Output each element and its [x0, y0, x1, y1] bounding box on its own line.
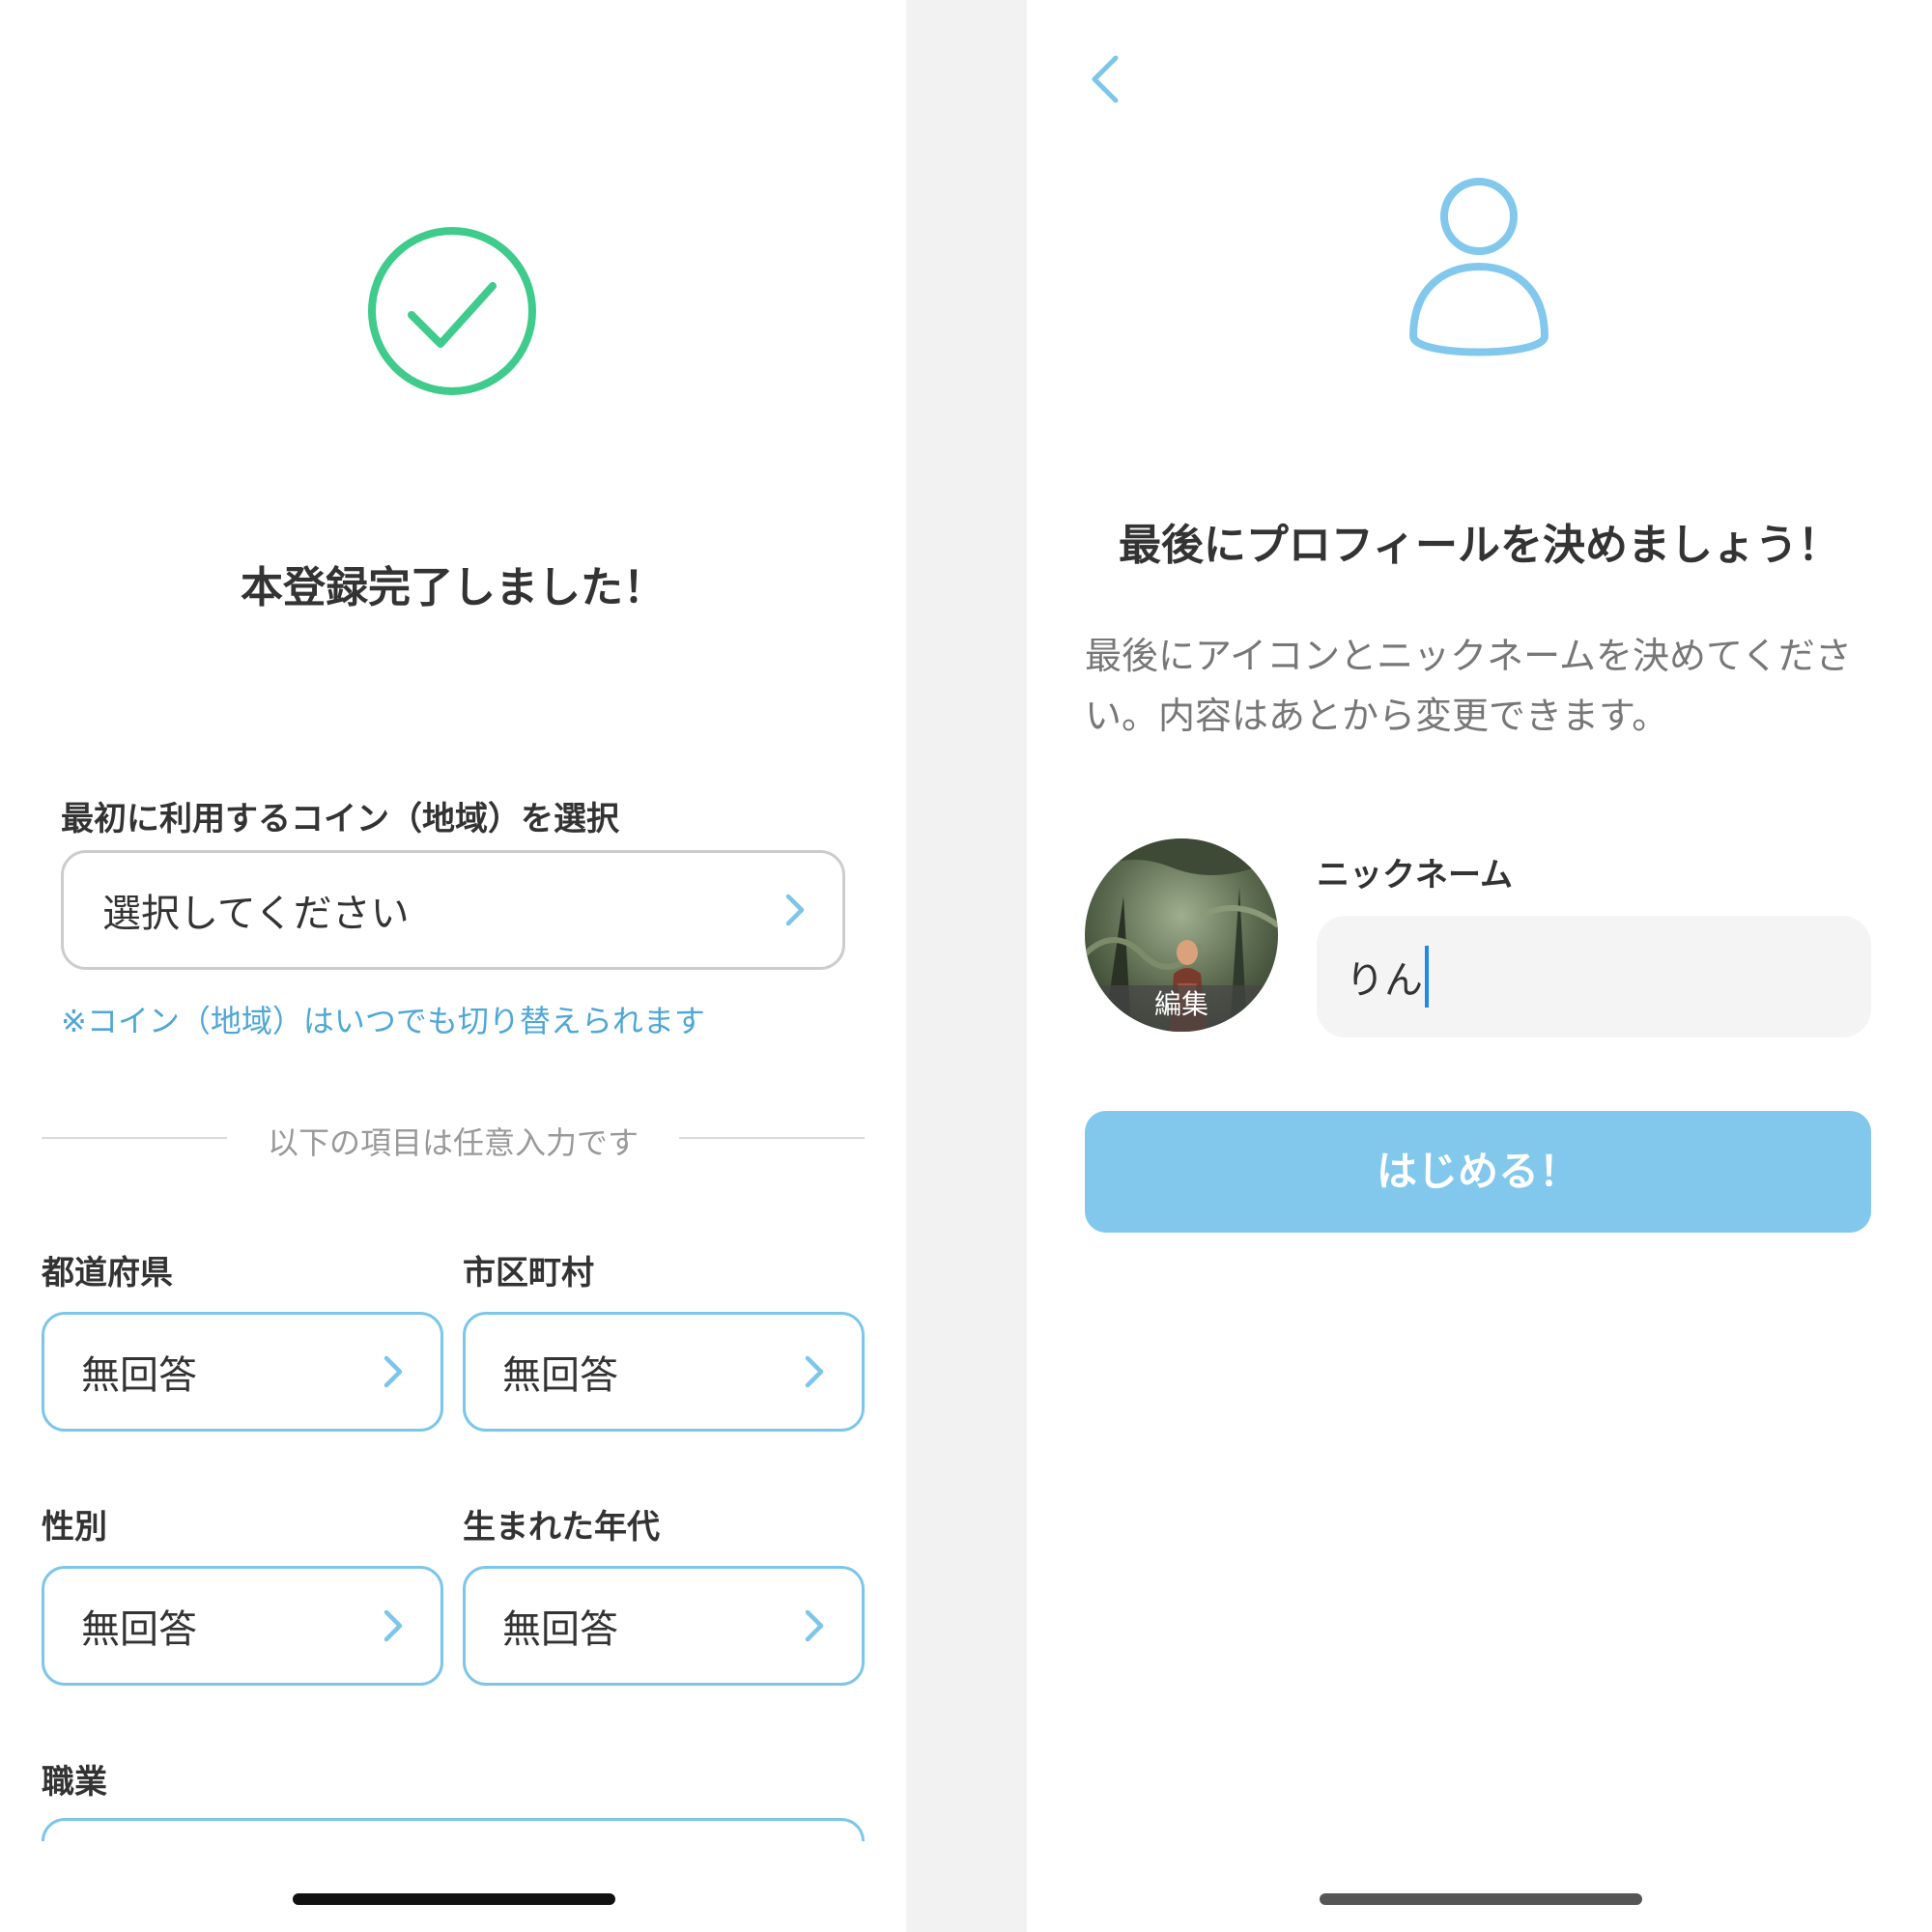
coin-select[interactable]: 選択してください [61, 850, 845, 970]
start-button[interactable]: はじめる！ [1085, 1111, 1871, 1233]
text-cursor [1425, 946, 1429, 1008]
prefecture-label: 都道府県 [42, 1254, 173, 1293]
page-title: 最後にプロフィールを決めましょう！ [1118, 521, 1841, 570]
coin-select-label: 最初に利用するコイン（地域）を選択 [61, 800, 619, 838]
city-value: 無回答 [502, 1353, 618, 1398]
chevron-right-icon [384, 1609, 403, 1642]
occupation-label: 職業 [42, 1763, 107, 1802]
home-indicator [1320, 1893, 1642, 1905]
prefecture-value: 無回答 [81, 1353, 197, 1398]
birth-era-select[interactable]: 無回答 [463, 1566, 865, 1686]
nickname-value: りん [1346, 958, 1423, 1003]
person-icon [1409, 178, 1548, 356]
birth-era-value: 無回答 [502, 1607, 618, 1652]
chevron-right-icon [384, 1355, 403, 1388]
city-select[interactable]: 無回答 [463, 1312, 865, 1432]
chevron-right-icon [805, 1609, 824, 1642]
chevron-left-icon[interactable] [1077, 50, 1135, 108]
page-title: 本登録完了しました！ [241, 563, 666, 612]
coin-select-placeholder: 選択してください [102, 892, 410, 936]
city-label: 市区町村 [463, 1254, 594, 1293]
divider-line-right [679, 1137, 865, 1139]
chevron-right-icon [785, 894, 805, 926]
optional-divider-text: 以下の項目は任意入力です [267, 1124, 639, 1161]
prefecture-select[interactable]: 無回答 [42, 1312, 443, 1432]
avatar-edit-label[interactable]: 編集 [1085, 985, 1278, 1032]
chevron-right-icon [805, 1355, 824, 1388]
gender-value: 無回答 [81, 1607, 197, 1652]
check-circle-icon [368, 227, 536, 395]
home-indicator [293, 1893, 615, 1905]
avatar[interactable]: 編集 [1085, 838, 1278, 1032]
profile-description: 最後にアイコンとニックネームを決めてください。内容はあとから変更できます。 [1085, 635, 1852, 737]
gender-label: 性別 [42, 1508, 107, 1547]
birth-era-label: 生まれた年代 [463, 1508, 660, 1547]
nickname-input[interactable]: りん [1317, 916, 1871, 1037]
registration-complete-screen: 本登録完了しました！ 最初に利用するコイン（地域）を選択 選択してください ※コ… [0, 0, 906, 1932]
nickname-label: ニックネーム [1317, 856, 1513, 895]
coin-switch-note: ※コイン（地域）はいつでも切り替えられます [61, 1003, 705, 1039]
profile-setup-screen: 最後にプロフィールを決めましょう！ 最後にアイコンとニックネームを決めてください… [1027, 0, 1932, 1932]
gender-select[interactable]: 無回答 [42, 1566, 443, 1686]
